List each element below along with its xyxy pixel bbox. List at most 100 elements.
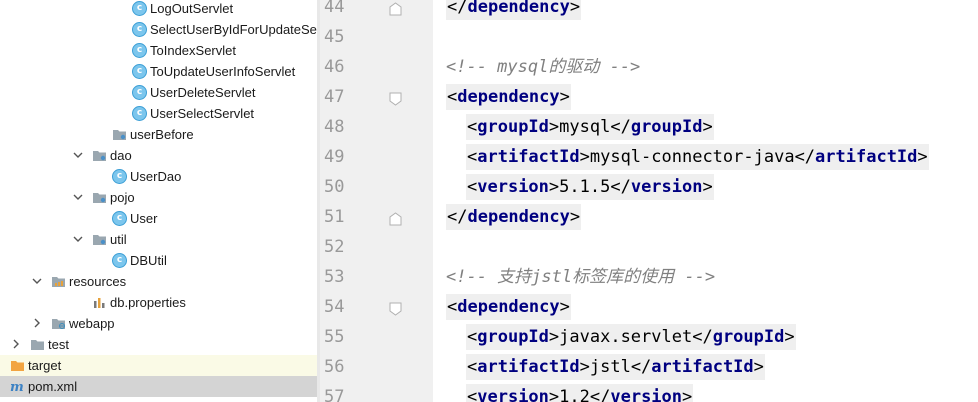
xml-text-value: javax.servlet <box>559 327 693 347</box>
tree-item-toupdateuserinfoservlet[interactable]: c ToUpdateUserInfoServlet <box>0 61 317 82</box>
xml-bracket: > <box>579 147 590 167</box>
xml-bracket: > <box>559 87 570 107</box>
xml-tag-name: dependency <box>467 0 570 17</box>
xml-comment: <!-- 支持jstl标签库的使用 --> <box>446 267 716 287</box>
chevron-down-icon[interactable] <box>72 190 84 204</box>
code-editor[interactable]: </dependency> <!-- mysql的驱动 --> <dependenc… <box>433 0 978 402</box>
code-line[interactable]: <version>5.1.5</version> <box>466 174 714 200</box>
class-c-icon: c <box>132 1 147 16</box>
code-line[interactable]: <!-- mysql的驱动 --> <box>446 54 640 80</box>
xml-comment: <!-- mysql的驱动 --> <box>446 57 641 77</box>
xml-text-value: 1.2 <box>559 387 590 402</box>
chevron-right-icon[interactable] <box>10 337 22 351</box>
editor-gutter: 44 45 46 47 48 49 50 51 52 53 54 55 56 57 <box>320 0 433 402</box>
code-line[interactable]: <artifactId>mysql-connector-java</artifa… <box>466 144 929 170</box>
tree-item-userselectservlet[interactable]: c UserSelectServlet <box>0 103 317 124</box>
tree-item-userdeleteservlet[interactable]: c UserDeleteServlet <box>0 82 317 103</box>
tree-item-user[interactable]: c User <box>0 208 317 229</box>
tree-item-userbefore[interactable]: userBefore <box>0 124 317 145</box>
code-line[interactable]: <!-- 支持jstl标签库的使用 --> <box>446 264 715 290</box>
xml-tag-name: artifactId <box>477 357 580 377</box>
code-line[interactable]: </dependency> <box>446 0 582 20</box>
tree-item-label: pom.xml <box>28 379 78 394</box>
maven-file-icon: m <box>10 379 25 395</box>
xml-tag-name: groupId <box>630 117 703 137</box>
class-c-icon: c <box>132 64 147 79</box>
code-line[interactable]: <version>1.2</version> <box>466 384 694 402</box>
code-line[interactable]: <dependency> <box>446 294 571 320</box>
tree-item-label: UserDeleteServlet <box>150 85 256 100</box>
line-number: 52 <box>324 237 345 257</box>
svg-text:m: m <box>10 380 24 394</box>
xml-text-value: mysql-connector-java <box>589 147 795 167</box>
tree-item-label: User <box>130 211 158 226</box>
chevron-down-icon[interactable] <box>72 148 84 162</box>
fold-end-icon[interactable] <box>389 211 402 226</box>
code-line[interactable]: </dependency> <box>446 204 582 230</box>
package-folder-icon <box>92 232 107 247</box>
fold-start-icon[interactable] <box>389 91 402 106</box>
tree-item-label: userBefore <box>130 127 194 142</box>
tree-item-pojo[interactable]: pojo <box>0 187 317 208</box>
code-line[interactable]: <groupId>javax.servlet</groupId> <box>466 324 796 350</box>
xml-bracket: > <box>548 177 560 197</box>
tree-item-label: dao <box>110 148 132 163</box>
excluded-folder-icon <box>10 358 25 373</box>
tree-item-dao[interactable]: dao <box>0 145 317 166</box>
tree-item-test[interactable]: test <box>0 334 317 355</box>
xml-tag-name: version <box>610 387 683 402</box>
xml-tag-name: artifactId <box>815 147 918 167</box>
tree-item-db-properties[interactable]: db.properties <box>0 292 317 313</box>
tree-item-label: resources <box>69 274 127 289</box>
chevron-right-icon[interactable] <box>31 316 43 330</box>
tree-item-toindexservlet[interactable]: c ToIndexServlet <box>0 40 317 61</box>
tree-item-target[interactable]: target <box>0 355 317 376</box>
xml-bracket: > <box>548 327 560 347</box>
xml-bracket: > <box>548 387 560 402</box>
line-number: 47 <box>324 87 345 107</box>
class-c-icon: c <box>132 106 147 121</box>
tree-item-dbutil[interactable]: c DBUtil <box>0 250 317 271</box>
line-number: 48 <box>324 117 345 137</box>
chevron-down-icon[interactable] <box>31 274 43 288</box>
tree-item-selectuserbyidforupdateservlet[interactable]: cSelectUserByIdForUpdateServlet <box>0 19 317 40</box>
tree-item-label: test <box>48 337 69 352</box>
line-number: 56 <box>324 357 345 377</box>
tree-item-userdao[interactable]: c UserDao <box>0 166 317 187</box>
tree-item-util[interactable]: util <box>0 229 317 250</box>
fold-end-icon[interactable] <box>389 1 402 16</box>
class-c-icon: c <box>112 169 127 184</box>
chevron-right-icon[interactable] <box>0 358 2 372</box>
code-line[interactable]: <artifactId>jstl</artifactId> <box>466 354 765 380</box>
xml-tag-name: version <box>477 177 549 197</box>
code-line[interactable]: <dependency> <box>446 84 571 110</box>
class-c-icon: c <box>132 85 147 100</box>
xml-tag-name: dependency <box>457 297 560 317</box>
xml-bracket: > <box>569 207 581 227</box>
xml-tag-name: groupId <box>477 117 549 137</box>
xml-bracket: </ <box>794 147 816 167</box>
line-number: 51 <box>324 207 345 227</box>
tree-item-label: target <box>28 358 62 373</box>
xml-bracket: </ <box>447 0 468 17</box>
tree-item-logoutservlet[interactable]: c LogOutServlet <box>0 0 317 19</box>
xml-bracket: < <box>467 387 478 402</box>
class-c-icon: c <box>132 43 147 58</box>
package-folder-icon <box>92 190 107 205</box>
xml-bracket: > <box>579 357 590 377</box>
tree-item-label: LogOutServlet <box>150 1 234 16</box>
chevron-down-icon[interactable] <box>72 232 84 246</box>
xml-bracket: < <box>447 297 458 317</box>
tree-item-pom-xml[interactable]: m pom.xml <box>0 376 317 397</box>
xml-tag-name: version <box>477 387 549 402</box>
tree-item-label: ToIndexServlet <box>150 43 236 58</box>
line-number: 55 <box>324 327 345 347</box>
tree-item-label: pojo <box>110 190 135 205</box>
tree-item-webapp[interactable]: webapp <box>0 313 317 334</box>
tree-item-resources[interactable]: resources <box>0 271 317 292</box>
code-line[interactable]: <groupId>mysql</groupId> <box>466 114 714 140</box>
xml-bracket: > <box>784 327 795 347</box>
fold-start-icon[interactable] <box>389 301 402 316</box>
xml-bracket: </ <box>447 207 468 227</box>
xml-bracket: </ <box>589 387 611 402</box>
